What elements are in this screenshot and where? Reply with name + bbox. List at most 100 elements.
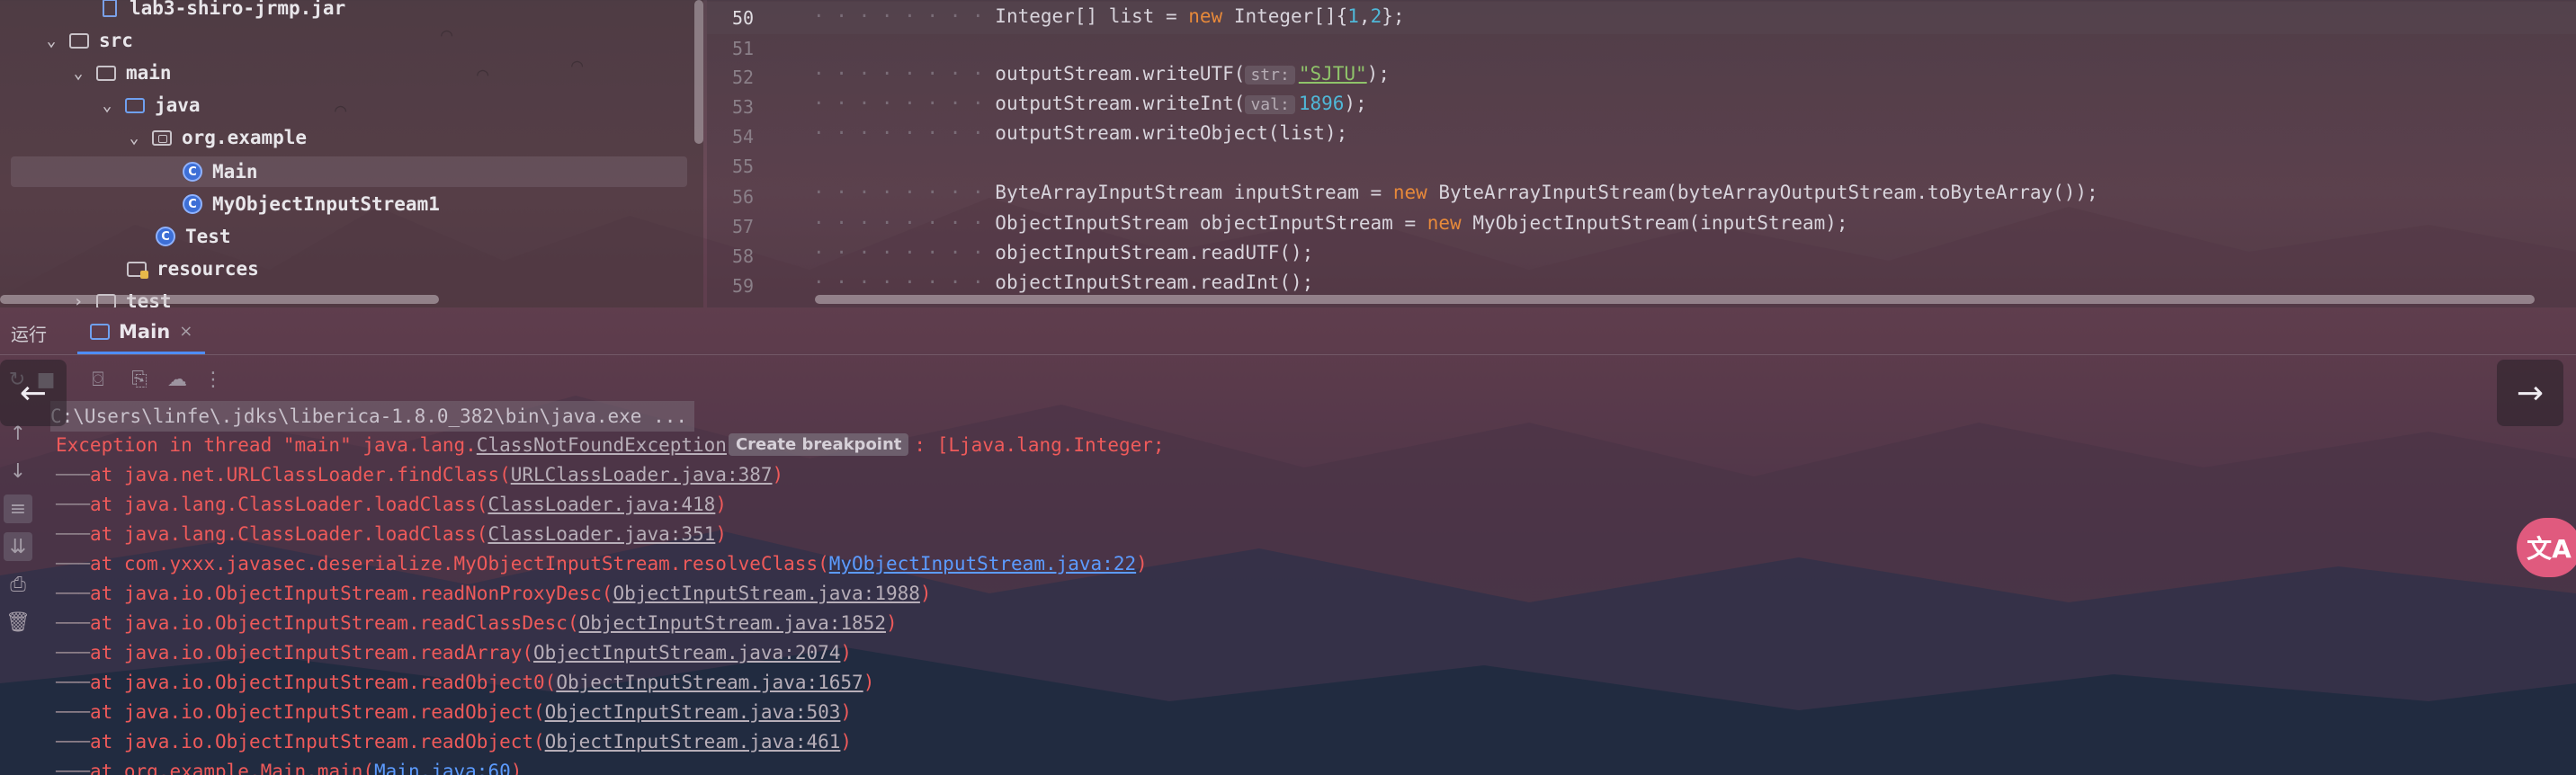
code-line-54: · · · · · · · · outputStream.writeObject…	[813, 122, 1348, 144]
stack-frame: ─── at com.yxxx.javasec.deserialize.MyOb…	[56, 552, 1148, 575]
trash-icon[interactable]: 🗑	[4, 608, 32, 637]
console-toolbar: ↻ ■ ⌼ ⎘ ☁ ⋮	[0, 354, 2576, 401]
tree-item-main-class[interactable]: C Main	[182, 156, 258, 187]
tree-item-main[interactable]: ⌄ main	[68, 58, 172, 88]
source-link[interactable]: MyObjectInputStream.java:22	[829, 553, 1136, 575]
tab-main[interactable]: Main ×	[77, 311, 206, 354]
line-number: 55	[731, 156, 755, 177]
exception-class-link[interactable]: ClassNotFoundException	[477, 434, 727, 456]
source-folder-icon	[124, 95, 146, 115]
exception-line: Exception in thread "main" java.lang. Cla…	[56, 433, 1165, 456]
line-number: 57	[731, 216, 755, 237]
class-icon: C	[155, 227, 176, 246]
console-output[interactable]: C:\Users\linfe\.jdks\liberica-1.8.0_382\…	[40, 401, 2576, 775]
class-icon: C	[182, 194, 203, 214]
run-config-icon	[90, 323, 110, 340]
previous-arrow-icon[interactable]: ←	[0, 360, 67, 426]
more-options-icon[interactable]: ⋮	[200, 366, 227, 393]
code-line-59: · · · · · · · · objectInputStream.readIn…	[813, 272, 1314, 293]
tree-item-org-example[interactable]: ⌄ org.example	[124, 122, 308, 153]
source-link[interactable]: ObjectInputStream.java:503	[545, 701, 841, 723]
tab-label: Main	[119, 320, 171, 343]
line-number: 52	[731, 67, 755, 88]
code-line-57: · · · · · · · · ObjectInputStream object…	[813, 212, 1848, 234]
source-link[interactable]: ObjectInputStream.java:1852	[579, 612, 886, 634]
cloud-icon[interactable]: ☁	[164, 366, 191, 393]
class-icon: C	[182, 162, 203, 182]
tree-item-label: java	[155, 94, 201, 116]
package-icon	[151, 128, 173, 147]
source-link[interactable]: URLClassLoader.java:387	[511, 464, 773, 485]
source-link[interactable]: ObjectInputStream.java:1657	[556, 672, 863, 693]
line-number-gutter: 50 51 52 53 54 55 56 57 58 59	[707, 0, 806, 307]
line-number: 51	[731, 38, 755, 59]
code-line-56: · · · · · · · · ByteArrayInputStream inp…	[813, 182, 2098, 203]
run-tool-window-header: 运行 Main ×	[0, 311, 2576, 354]
source-link[interactable]: Main.java:60	[374, 761, 511, 775]
chevron-down-icon[interactable]: ⌄	[124, 129, 144, 147]
folder-icon	[68, 31, 90, 50]
tree-item-jar[interactable]: lab3-shiro-jrmp.jar	[99, 0, 345, 23]
line-number: 50	[731, 7, 755, 29]
console-side-toolbar: ↑ ↓ ≡ ⇊ ⎙ 🗑	[0, 405, 36, 647]
stack-frame: ─── at java.io.ObjectInputStream.readObj…	[56, 730, 853, 753]
code-line-53: · · · · · · · · outputStream.writeInt(va…	[813, 93, 1367, 114]
tree-item-label: src	[99, 30, 133, 51]
stack-frame: ─── at java.io.ObjectInputStream.readObj…	[56, 671, 875, 693]
next-arrow-icon[interactable]: →	[2497, 360, 2563, 426]
close-icon[interactable]: ×	[179, 322, 192, 341]
tree-item-label: Test	[185, 226, 231, 247]
tree-item-test-class[interactable]: C Test	[155, 221, 231, 252]
stack-frame: ─── at java.net.URLClassLoader.findClass…	[56, 463, 784, 485]
stack-frame: ─── at java.io.ObjectInputStream.readObj…	[56, 700, 853, 723]
tree-item-java[interactable]: ⌄ java	[97, 90, 201, 120]
source-link[interactable]: ObjectInputStream.java:461	[545, 731, 841, 753]
tree-item-resources[interactable]: resources	[126, 254, 259, 284]
tree-vertical-scrollbar[interactable]	[694, 0, 703, 144]
folder-icon	[95, 63, 117, 83]
soft-wrap-icon[interactable]: ≡	[4, 494, 32, 523]
run-panel-title: 运行	[11, 323, 47, 345]
code-line-50: · · · · · · · · Integer[] list = new Int…	[813, 5, 1405, 27]
scroll-down-icon[interactable]: ↓	[4, 457, 32, 485]
parameter-hint: val:	[1245, 95, 1295, 114]
line-number: 58	[731, 245, 755, 267]
source-link[interactable]: ObjectInputStream.java:1988	[613, 583, 920, 604]
line-number: 54	[731, 126, 755, 147]
tree-item-label: resources	[157, 258, 259, 280]
tree-selection-highlight	[11, 156, 687, 187]
tree-horizontal-scrollbar[interactable]	[0, 295, 439, 304]
tree-item-label: MyObjectInputStream1	[212, 193, 440, 215]
line-number: 56	[731, 186, 755, 208]
scroll-to-end-icon[interactable]: ⇊	[4, 532, 32, 561]
stack-frame: ─── at java.io.ObjectInputStream.readCla…	[56, 611, 898, 634]
chevron-down-icon[interactable]: ⌄	[41, 31, 61, 50]
tree-item-src[interactable]: ⌄ src	[41, 25, 133, 56]
line-number: 53	[731, 96, 755, 118]
source-link[interactable]: ClassLoader.java:418	[487, 494, 715, 515]
source-link[interactable]: ObjectInputStream.java:2074	[533, 642, 840, 664]
code-line-58: · · · · · · · · objectInputStream.readUT…	[813, 242, 1314, 263]
chevron-down-icon[interactable]: ⌄	[68, 64, 88, 83]
jar-icon	[99, 0, 121, 18]
tree-item-label: org.example	[182, 127, 308, 148]
editor-horizontal-scrollbar[interactable]	[815, 295, 2535, 304]
create-breakpoint-button[interactable]: Create breakpoint	[728, 433, 909, 456]
stack-frame: ─── at java.lang.ClassLoader.loadClass(C…	[56, 522, 727, 545]
print-icon[interactable]: ⎙	[4, 570, 32, 599]
tree-item-label: main	[126, 62, 172, 84]
export-icon[interactable]: ⎘	[126, 366, 153, 393]
tree-item-label: Main	[212, 161, 258, 183]
translate-icon[interactable]: 文A	[2517, 518, 2576, 577]
source-link[interactable]: ClassLoader.java:351	[487, 523, 715, 545]
project-tree: lab3-shiro-jrmp.jar ⌄ src ⌄ main ⌄ java …	[0, 0, 703, 307]
stack-frame: ─── at java.lang.ClassLoader.loadClass(C…	[56, 493, 727, 515]
chevron-down-icon[interactable]: ⌄	[97, 96, 117, 115]
stack-frame: ─── at java.io.ObjectInputStream.readNon…	[56, 582, 932, 604]
console-command-line: C:\Users\linfe\.jdks\liberica-1.8.0_382\…	[50, 401, 695, 432]
line-number: 59	[731, 275, 755, 297]
camera-icon[interactable]: ⌼	[85, 366, 112, 393]
tree-item-myobjectinputstream1[interactable]: C MyObjectInputStream1	[182, 189, 440, 219]
stack-frame: ─── at org.example.Main.main(Main.java:6…	[56, 756, 522, 775]
code-editor[interactable]: 50 51 52 53 54 55 56 57 58 59 · · · · · …	[707, 0, 2576, 307]
